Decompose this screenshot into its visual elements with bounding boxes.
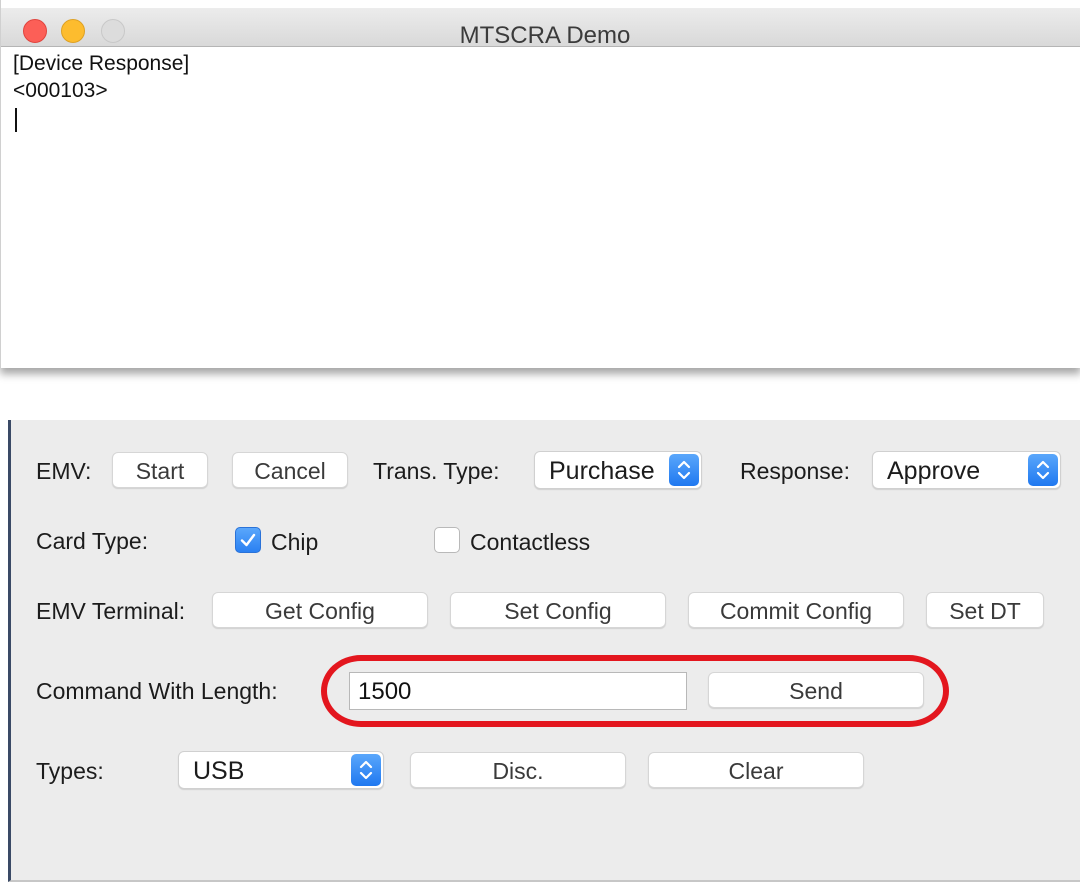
disc-button[interactable]: Disc.	[410, 752, 626, 788]
title-bar: MTSCRA Demo	[1, 8, 1080, 49]
contactless-checkbox[interactable]	[434, 527, 460, 553]
updown-chevron-icon	[351, 754, 381, 786]
updown-chevron-icon	[669, 454, 699, 486]
chip-label[interactable]: Chip	[271, 529, 318, 556]
response-line: <000103>	[13, 79, 108, 102]
response-textarea[interactable]: [Device Response] <000103>	[13, 50, 1073, 350]
set-config-button[interactable]: Set Config	[450, 592, 666, 628]
types-value: USB	[193, 757, 245, 785]
get-config-button[interactable]: Get Config	[212, 592, 428, 628]
set-dt-button[interactable]: Set DT	[926, 592, 1044, 628]
trans-type-value: Purchase	[549, 457, 655, 485]
types-select[interactable]: USB	[178, 751, 384, 789]
window-title: MTSCRA Demo	[459, 22, 631, 49]
annotation-highlight-ellipse	[321, 655, 949, 727]
response-label: Response:	[740, 458, 850, 484]
card-type-label: Card Type:	[36, 528, 149, 554]
checkmark-icon	[240, 533, 256, 547]
response-value: Approve	[887, 457, 981, 485]
commit-config-button[interactable]: Commit Config	[688, 592, 904, 628]
trans-type-select[interactable]: Purchase	[534, 451, 702, 489]
response-window: MTSCRA Demo [Device Response] <000103>	[0, 0, 1080, 368]
cancel-button[interactable]: Cancel	[232, 452, 348, 488]
contactless-label[interactable]: Contactless	[470, 529, 590, 556]
response-select[interactable]: Approve	[872, 451, 1061, 489]
emv-label: EMV:	[36, 458, 92, 484]
clear-button[interactable]: Clear	[648, 752, 864, 788]
command-with-length-label: Command With Length:	[36, 678, 278, 704]
types-label: Types:	[36, 758, 104, 784]
chip-checkbox[interactable]	[235, 527, 261, 553]
emv-terminal-label: EMV Terminal:	[36, 598, 186, 624]
control-panel: EMV: Start Cancel Trans. Type: Purchase …	[8, 420, 1080, 882]
text-caret	[15, 108, 17, 132]
start-button[interactable]: Start	[112, 452, 208, 488]
response-line: [Device Response]	[13, 52, 190, 75]
updown-chevron-icon	[1028, 454, 1058, 486]
trans-type-label: Trans. Type:	[373, 458, 500, 484]
